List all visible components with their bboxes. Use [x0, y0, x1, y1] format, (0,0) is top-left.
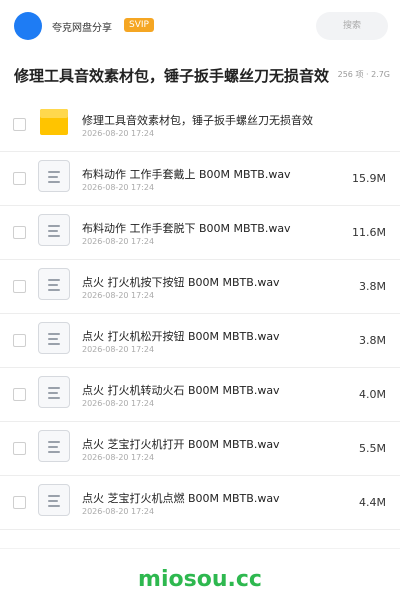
select-checkbox[interactable]	[13, 334, 26, 347]
file-date: 2026-08-20 17:24	[82, 507, 155, 516]
folder-icon	[40, 109, 68, 135]
file-icon	[38, 160, 70, 192]
file-date: 2026-08-20 17:24	[82, 183, 155, 192]
file-icon	[38, 322, 70, 354]
file-name: 布料动作 工作手套戴上 B00M MBTB.wav	[82, 168, 291, 181]
item-count-size: 256 项 · 2.7G	[335, 69, 390, 80]
file-size: 3.8M	[359, 334, 386, 347]
file-date: 2026-08-20 17:24	[82, 237, 155, 246]
footer: miosou.cc	[0, 548, 400, 601]
list-item[interactable]: 布料动作 工作手套戴上 B00M MBTB.wav 2026-08-20 17:…	[0, 152, 400, 206]
page-title: 修理工具音效素材包，锤子扳手螺丝刀无损音效	[14, 67, 330, 85]
file-icon	[38, 268, 70, 300]
list-item[interactable]: 布料动作 工作手套脱下 B00M MBTB.wav 2026-08-20 17:…	[0, 206, 400, 260]
select-checkbox[interactable]	[13, 496, 26, 509]
file-name: 点火 打火机按下按钮 B00M MBTB.wav	[82, 276, 280, 289]
file-date: 2026-08-20 17:24	[82, 291, 155, 300]
select-checkbox[interactable]	[13, 388, 26, 401]
file-date: 2026-08-20 17:24	[82, 453, 155, 462]
file-date: 2026-08-20 17:24	[82, 399, 155, 408]
file-size: 11.6M	[352, 226, 386, 239]
file-date: 2026-08-20 17:24	[82, 129, 155, 138]
svip-badge: SVIP	[124, 18, 154, 32]
file-size: 15.9M	[352, 172, 386, 185]
title-bar: 修理工具音效素材包，锤子扳手螺丝刀无损音效 256 项 · 2.7G	[0, 52, 400, 99]
select-checkbox[interactable]	[13, 226, 26, 239]
file-list: 修理工具音效素材包，锤子扳手螺丝刀无损音效 2026-08-20 17:24 布…	[0, 98, 400, 530]
file-icon	[38, 214, 70, 246]
select-checkbox[interactable]	[13, 172, 26, 185]
file-name: 布料动作 工作手套脱下 B00M MBTB.wav	[82, 222, 291, 235]
list-item[interactable]: 点火 打火机松开按钮 B00M MBTB.wav 2026-08-20 17:2…	[0, 314, 400, 368]
list-item[interactable]: 点火 打火机转动火石 B00M MBTB.wav 2026-08-20 17:2…	[0, 368, 400, 422]
file-size: 3.8M	[359, 280, 386, 293]
file-name: 点火 打火机转动火石 B00M MBTB.wav	[82, 384, 280, 397]
select-checkbox[interactable]	[13, 442, 26, 455]
file-name: 点火 芝宝打火机点燃 B00M MBTB.wav	[82, 492, 280, 505]
file-icon	[38, 484, 70, 516]
file-name: 修理工具音效素材包，锤子扳手螺丝刀无损音效	[82, 114, 313, 127]
brand-watermark: miosou.cc	[138, 567, 262, 592]
avatar[interactable]	[14, 12, 42, 40]
list-item[interactable]: 点火 芝宝打火机点燃 B00M MBTB.wav 2026-08-20 17:2…	[0, 476, 400, 530]
file-size: 5.5M	[359, 442, 386, 455]
list-item[interactable]: 修理工具音效素材包，锤子扳手螺丝刀无损音效 2026-08-20 17:24	[0, 98, 400, 152]
file-name: 点火 打火机松开按钮 B00M MBTB.wav	[82, 330, 280, 343]
file-size: 4.4M	[359, 496, 386, 509]
list-item[interactable]: 点火 芝宝打火机打开 B00M MBTB.wav 2026-08-20 17:2…	[0, 422, 400, 476]
file-icon	[38, 376, 70, 408]
file-icon	[38, 430, 70, 462]
file-size: 4.0M	[359, 388, 386, 401]
file-date: 2026-08-20 17:24	[82, 345, 155, 354]
top-header: 夸克网盘分享 SVIP	[0, 0, 400, 53]
list-item[interactable]: 点火 打火机按下按钮 B00M MBTB.wav 2026-08-20 17:2…	[0, 260, 400, 314]
file-name: 点火 芝宝打火机打开 B00M MBTB.wav	[82, 438, 280, 451]
select-checkbox[interactable]	[13, 280, 26, 293]
site-name: 夸克网盘分享	[52, 23, 112, 34]
select-checkbox[interactable]	[13, 118, 26, 131]
search-input[interactable]	[316, 12, 388, 40]
